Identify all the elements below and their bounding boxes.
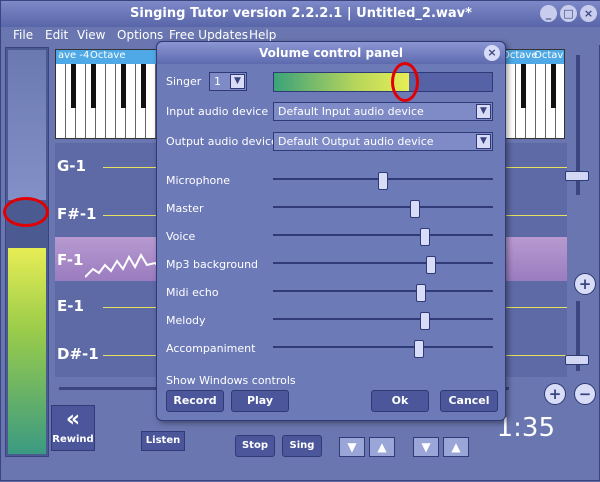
slider-thumb[interactable] — [415, 284, 426, 302]
octave-label: ave -4 — [58, 50, 90, 61]
piano-key[interactable] — [66, 64, 78, 138]
piano-key[interactable] — [536, 64, 546, 138]
piano-key[interactable] — [116, 64, 128, 138]
piano-key[interactable] — [146, 64, 156, 138]
output-device-select[interactable]: Default Output audio device ▼ — [273, 132, 493, 151]
master-slider[interactable] — [273, 200, 493, 218]
zoom-in-icon[interactable]: + — [574, 273, 596, 295]
input-level-fill — [274, 73, 410, 91]
rewind-button[interactable]: « Rewind — [51, 405, 95, 451]
slider-label: Accompaniment — [166, 342, 256, 355]
chevron-down-icon: ▼ — [476, 134, 491, 149]
note-label: F-1 — [57, 251, 84, 269]
show-windows-controls-link[interactable]: Show Windows controls — [166, 374, 296, 387]
highlight-ring-level — [391, 62, 419, 102]
voice-slider[interactable] — [273, 228, 493, 246]
input-device-select[interactable]: Default Input audio device ▼ — [273, 102, 493, 121]
piano-key[interactable] — [126, 64, 136, 138]
note-label: E-1 — [57, 297, 84, 315]
up-arrow-icon[interactable]: ▲ — [369, 437, 395, 457]
menu-help[interactable]: Help — [249, 28, 276, 42]
slider-thumb[interactable] — [565, 355, 589, 365]
minus-icon[interactable]: − — [574, 383, 596, 405]
slider-thumb[interactable] — [420, 228, 430, 246]
slider-thumb[interactable] — [413, 340, 424, 358]
piano-key[interactable] — [96, 64, 106, 138]
singer-select[interactable]: 1 ▼ — [209, 72, 247, 91]
microphone-slider[interactable] — [273, 172, 493, 190]
up-arrow-icon[interactable]: ▲ — [443, 437, 469, 457]
slider-label: Voice — [166, 230, 196, 243]
down-arrow-icon[interactable]: ▼ — [413, 437, 439, 457]
menu-view[interactable]: View — [77, 28, 105, 42]
play-button[interactable]: Play — [231, 390, 289, 412]
vertical-zoom-slider-2[interactable] — [563, 301, 593, 371]
chevron-down-icon: ▼ — [230, 74, 245, 89]
rewind-icon: « — [65, 407, 81, 432]
note-label: D#-1 — [57, 345, 99, 363]
menu-file[interactable]: File — [13, 28, 33, 42]
vertical-zoom-slider[interactable] — [563, 55, 593, 195]
cancel-button[interactable]: Cancel — [440, 390, 498, 412]
menu-edit[interactable]: Edit — [45, 28, 68, 42]
octave-label: Octave — [502, 50, 538, 61]
piano-key[interactable] — [106, 64, 116, 138]
volume-control-dialog: Volume control panel × Singer 1 ▼ Input … — [156, 41, 506, 421]
slider-thumb[interactable] — [409, 200, 420, 218]
piano-key[interactable] — [546, 64, 558, 138]
slider-label: Mp3 background — [166, 258, 259, 271]
dialog-title: Volume control panel — [157, 42, 505, 64]
slider-label: Microphone — [166, 174, 231, 187]
highlight-ring-meter — [3, 197, 49, 227]
mp3-background-slider[interactable] — [273, 256, 493, 274]
close-icon[interactable]: × — [484, 45, 500, 61]
input-level-meter — [273, 72, 493, 92]
slider-thumb[interactable] — [426, 256, 437, 274]
minimize-button[interactable]: _ — [540, 5, 557, 22]
maximize-button[interactable]: □ — [560, 5, 577, 22]
midi-echo-slider[interactable] — [273, 284, 493, 302]
menu-options[interactable]: Options — [117, 28, 163, 42]
slider-label: Midi echo — [166, 286, 219, 299]
down-arrow-icon[interactable]: ▼ — [339, 437, 365, 457]
singer-label: Singer — [166, 75, 202, 88]
piano-key[interactable] — [136, 64, 148, 138]
slider-label: Melody — [166, 314, 206, 327]
piano-key[interactable] — [56, 64, 66, 138]
piano-key[interactable] — [76, 64, 86, 138]
slider-label: Master — [166, 202, 204, 215]
note-label: F#-1 — [57, 205, 97, 223]
note-label: G-1 — [57, 157, 86, 175]
piano-key[interactable] — [516, 64, 528, 138]
melody-slider[interactable] — [273, 312, 493, 330]
slider-thumb[interactable] — [420, 312, 430, 330]
title-bar: Singing Tutor version 2.2.2.1 | Untitled… — [1, 1, 600, 27]
app-window: Singing Tutor version 2.2.2.1 | Untitled… — [0, 0, 600, 481]
chevron-down-icon: ▼ — [476, 104, 491, 119]
input-device-label: Input audio device — [166, 105, 269, 118]
close-button[interactable]: × — [580, 5, 597, 22]
output-device-label: Output audio device — [166, 135, 278, 148]
ok-button[interactable]: Ok — [371, 390, 429, 412]
piano-key[interactable] — [526, 64, 536, 138]
octave-label: Octav — [534, 50, 564, 61]
piano-key[interactable] — [86, 64, 98, 138]
octave-label: Octave — [90, 50, 126, 61]
piano-key[interactable] — [506, 64, 516, 138]
accompaniment-slider[interactable] — [273, 340, 493, 358]
stop-button[interactable]: Stop — [235, 435, 275, 457]
record-button[interactable]: Record — [166, 390, 224, 412]
plus-icon[interactable]: + — [544, 383, 566, 405]
sing-button[interactable]: Sing — [282, 435, 322, 457]
window-title: Singing Tutor version 2.2.2.1 | Untitled… — [130, 6, 472, 21]
slider-thumb[interactable] — [378, 172, 388, 190]
slider-thumb[interactable] — [565, 171, 589, 181]
menu-free-updates[interactable]: Free Updates — [169, 28, 248, 42]
listen-button[interactable]: Listen — [141, 431, 185, 451]
